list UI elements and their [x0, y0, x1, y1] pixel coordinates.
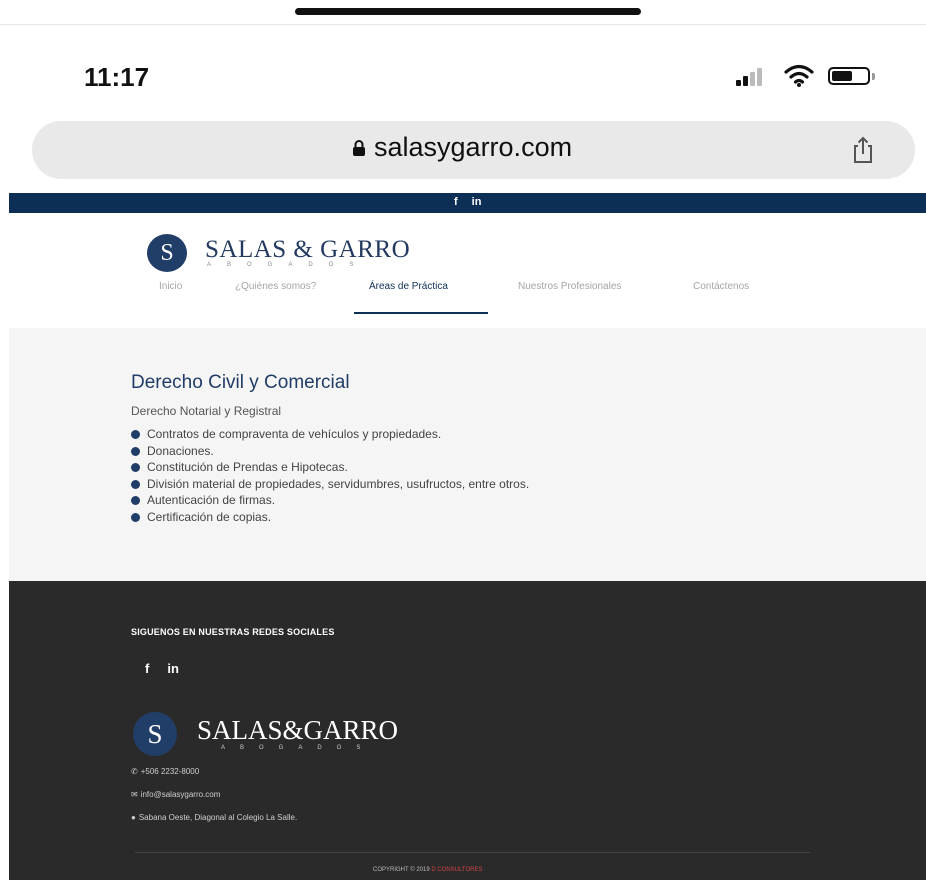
check-circle-icon — [131, 430, 140, 439]
section-subtitle: Derecho Notarial y Registral — [131, 404, 282, 418]
phone-screen: 11:17 salasygarro.com f in S SALAS & GAR… — [0, 0, 926, 880]
topbar-social: f in — [454, 196, 495, 208]
copyright: COPYRIGHT © 2019 D CONSULTORES — [373, 867, 483, 873]
wifi-icon — [784, 64, 814, 87]
facebook-icon[interactable]: f — [454, 196, 458, 208]
logo-text: SALAS & GARRO — [205, 236, 411, 263]
list-item: Certificación de copias. — [131, 510, 529, 527]
address-bar[interactable]: salasygarro.com — [32, 121, 915, 179]
content-section: Derecho Civil y Comercial Derecho Notari… — [9, 328, 926, 581]
check-circle-icon — [131, 479, 140, 489]
signal-icon — [736, 68, 770, 86]
check-circle-icon — [131, 446, 140, 456]
linkedin-icon[interactable]: in — [167, 661, 179, 676]
footer-logo-text: SALAS&GARRO — [197, 715, 399, 745]
section-title: Derecho Civil y Comercial — [131, 372, 350, 393]
url-text: salasygarro.com — [374, 132, 573, 162]
services-list: Contratos de compraventa de vehículos y … — [131, 427, 529, 526]
home-indicator[interactable] — [295, 8, 641, 15]
contact-email[interactable]: ✉ info@salasygarro.com — [131, 790, 220, 799]
check-circle-icon — [131, 512, 140, 522]
nav-areas-de-practica[interactable]: Áreas de Práctica — [369, 281, 448, 292]
list-item: Contratos de compraventa de vehículos y … — [131, 427, 529, 444]
footer-logo-subtitle: ABOGADOS — [221, 745, 376, 751]
contact-address: ● Sabana Oeste, Diagonal al Colegio La Sa… — [131, 813, 298, 822]
footer-divider — [135, 852, 810, 853]
list-item: Autenticación de firmas. — [131, 493, 529, 510]
contact-phone[interactable]: ✆ +506 2232-8000 — [131, 767, 199, 776]
footer-logo: S SALAS&GARRO ABOGADOS — [133, 712, 473, 756]
copyright-link[interactable]: D CONSULTORES — [431, 867, 482, 873]
nav-quienes-somos[interactable]: ¿Quiénes somos? — [235, 281, 316, 292]
list-item: Donaciones. — [131, 444, 529, 461]
footer-social: f in — [145, 661, 197, 676]
linkedin-icon[interactable]: in — [472, 196, 482, 208]
facebook-icon[interactable]: f — [145, 661, 149, 676]
battery-tip — [872, 73, 875, 80]
site-header: S SALAS & GARRO ABOGADOS Inicio ¿Quiénes… — [9, 213, 926, 328]
active-nav-underline — [354, 312, 488, 314]
list-item: División material de propiedades, servid… — [131, 477, 529, 494]
nav-nuestros-profesionales[interactable]: Nuestros Profesionales — [518, 281, 621, 292]
map-marker-icon: ● — [131, 813, 136, 822]
footer-heading: SIGUENOS EN NUESTRAS REDES SOCIALES — [131, 627, 335, 637]
status-time: 11:17 — [84, 62, 150, 92]
logo-subtitle: ABOGADOS — [207, 262, 370, 268]
status-icons — [736, 64, 906, 88]
site-logo[interactable]: S SALAS & GARRO ABOGADOS — [147, 234, 447, 274]
nav-inicio[interactable]: Inicio — [159, 281, 182, 292]
top-edge — [0, 0, 926, 25]
site-footer: SIGUENOS EN NUESTRAS REDES SOCIALES f in … — [9, 581, 926, 880]
share-icon[interactable] — [848, 135, 878, 165]
footer-logo-mark: S — [133, 712, 177, 756]
lock-icon — [353, 140, 365, 156]
phone-icon: ✆ — [131, 767, 138, 776]
list-item: Constitución de Prendas e Hipotecas. — [131, 460, 529, 477]
battery-icon — [828, 67, 870, 85]
check-circle-icon — [131, 496, 140, 505]
site-topbar: f in — [9, 193, 926, 213]
logo-mark: S — [147, 234, 187, 272]
nav-contactenos[interactable]: Contáctenos — [693, 281, 749, 292]
envelope-icon: ✉ — [131, 790, 138, 799]
check-circle-icon — [131, 463, 140, 472]
battery-level — [832, 71, 852, 81]
